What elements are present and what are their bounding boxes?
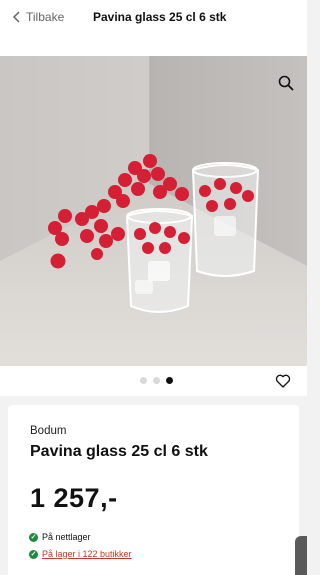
back-button[interactable]: Tilbake bbox=[12, 10, 64, 24]
glass-right bbox=[191, 162, 260, 277]
top-bar: Tilbake Pavina glass 25 cl 6 stk bbox=[0, 0, 307, 56]
check-circle-icon: ✓ bbox=[29, 549, 38, 559]
glass-left bbox=[125, 208, 194, 313]
gallery-dot[interactable] bbox=[153, 377, 160, 384]
side-tab-handle[interactable] bbox=[295, 536, 307, 575]
gallery-controls bbox=[0, 366, 307, 396]
product-image[interactable] bbox=[0, 56, 307, 366]
page-title: Pavina glass 25 cl 6 stk bbox=[93, 10, 227, 24]
product-name: Pavina glass 25 cl 6 stk bbox=[30, 443, 208, 460]
product-price: 1 257,- bbox=[30, 483, 118, 513]
product-photo bbox=[0, 56, 307, 366]
gallery-dot[interactable] bbox=[140, 377, 147, 384]
gallery-dots bbox=[140, 377, 173, 384]
product-brand[interactable]: Bodum bbox=[30, 425, 66, 437]
stock-online-label: På nettlager bbox=[42, 532, 91, 542]
back-label: Tilbake bbox=[26, 10, 65, 24]
chevron-left-icon bbox=[12, 11, 20, 23]
product-info-card: Bodum Pavina glass 25 cl 6 stk 1 257,- ✓… bbox=[8, 405, 299, 575]
gallery-dot-active[interactable] bbox=[166, 377, 173, 384]
check-circle-icon: ✓ bbox=[29, 532, 38, 542]
stock-stores-link[interactable]: På lager i 122 butikker bbox=[42, 549, 132, 559]
stock-stores[interactable]: ✓ På lager i 122 butikker bbox=[29, 549, 132, 559]
heart-icon[interactable] bbox=[275, 373, 291, 389]
stock-online: ✓ På nettlager bbox=[29, 532, 91, 542]
search-icon[interactable] bbox=[277, 74, 295, 92]
